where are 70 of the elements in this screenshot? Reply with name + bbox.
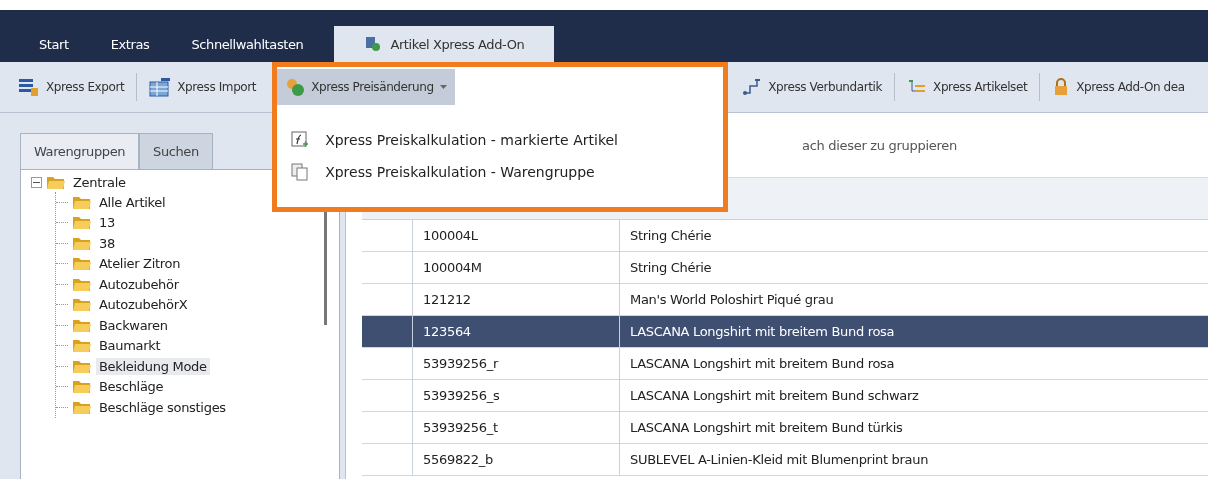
folder-icon <box>72 235 92 251</box>
toolbar-button[interactable]: Xpress Add-On dea <box>1044 69 1193 105</box>
tree-item[interactable]: Baumarkt <box>96 337 164 355</box>
folder-icon <box>46 174 66 190</box>
connector-icon <box>742 77 763 97</box>
table-cell: 121212 <box>413 284 620 315</box>
table-row[interactable]: 100004M String Chérie <box>362 252 1208 284</box>
table-cell: 123564 <box>413 316 620 347</box>
toolbar-button[interactable]: Xpress Verbundartik <box>734 69 891 105</box>
folder-icon <box>72 276 92 292</box>
table-cell-text: LASCANA Longshirt mit breitem Bund schwarz <box>629 387 920 405</box>
toolbar-button[interactable]: Xpress Artikelset <box>899 69 1036 105</box>
table-cell: 53939256_r <box>413 348 620 379</box>
coins-icon <box>285 77 306 97</box>
table-row[interactable]: 5569822_b SUBLEVEL A-Linien-Kleid mit Blumenprint braun <box>362 444 1208 476</box>
folder-icon <box>72 399 92 415</box>
table-cell-text: String Chérie <box>629 259 713 277</box>
documents-icon <box>291 163 310 181</box>
folder-icon <box>72 194 92 210</box>
ribbon-tab[interactable]: Schnellwahltasten <box>170 26 325 62</box>
tree-item[interactable]: 13 <box>96 214 118 232</box>
table-cell: 5569822_b <box>413 444 620 475</box>
ribbon-tab[interactable]: Artikel Xpress Add-On <box>334 26 555 62</box>
tree-item[interactable]: Zentrale <box>70 173 129 191</box>
table-cell: 53939256_s <box>413 380 620 411</box>
scrollbar[interactable] <box>324 210 327 325</box>
tree-item[interactable]: Beschläge <box>96 378 167 396</box>
tree-item[interactable]: Bekleidung Mode <box>96 357 210 375</box>
toolbar-button[interactable]: Xpress Preisänderung <box>277 69 455 105</box>
table-row[interactable]: 123564 LASCANA Longshirt mit breitem Bund rosa <box>362 316 1208 348</box>
folder-icon <box>72 317 92 333</box>
tree-item[interactable]: AutozubehörX <box>96 296 191 314</box>
folder-icon <box>72 379 92 395</box>
toolbar-button[interactable]: Xpress Import <box>141 69 265 105</box>
ribbon-tab[interactable]: Start <box>18 26 90 62</box>
formula-icon <box>291 131 310 149</box>
table-cell: 53939256_t <box>413 412 620 443</box>
table-cell-text: String Chérie <box>629 227 713 245</box>
tree-item[interactable]: Backwaren <box>96 316 171 334</box>
table-row[interactable]: 100004L String Chérie <box>362 220 1208 252</box>
folder-icon <box>72 338 92 354</box>
panel-tab[interactable]: Suchen <box>139 133 213 169</box>
panel-tab[interactable]: Warengruppen <box>20 133 140 169</box>
collapse-icon[interactable] <box>31 176 42 188</box>
table-row[interactable]: 53939256_r LASCANA Longshirt mit breitem Bund rosa <box>362 348 1208 380</box>
export-icon <box>18 77 40 97</box>
group-hint: ach dieser zu gruppieren <box>802 137 957 153</box>
tree-item[interactable]: 38 <box>96 234 118 252</box>
table-icon <box>149 77 172 97</box>
tree-item[interactable]: Autozubehör <box>96 275 182 293</box>
table-cell: 100004L <box>413 220 620 251</box>
table-cell-text: SUBLEVEL A-Linien-Kleid mit Blumenprint braun <box>629 451 930 469</box>
ribbon-tab[interactable]: Extras <box>89 26 171 62</box>
menu-item[interactable]: Xpress Preiskalkulation - Warengruppe <box>291 163 724 181</box>
tree-item[interactable]: Beschläge sonstiges <box>96 398 229 416</box>
table-cell-text: LASCANA Longshirt mit breitem Bund rosa <box>629 323 896 341</box>
table-cell-text: LASCANA Longshirt mit breitem Bund rosa <box>629 355 896 373</box>
tree-item[interactable]: Alle Artikel <box>96 193 169 211</box>
table-cell-text: LASCANA Longshirt mit breitem Bund türkis <box>629 419 904 437</box>
tree-item[interactable]: Atelier Zitron <box>96 255 184 273</box>
table-cell: 100004M <box>413 252 620 283</box>
table-row[interactable]: 53939256_t LASCANA Longshirt mit breitem Bund türkis <box>362 412 1208 444</box>
folder-icon <box>72 256 92 272</box>
folder-icon <box>72 358 92 374</box>
folder-icon <box>72 297 92 313</box>
toolbar-button[interactable]: Xpress Export <box>10 69 133 105</box>
table-cell-text: Man's World Poloshirt Piqué grau <box>629 291 835 309</box>
folder-icon <box>72 215 92 231</box>
table-row[interactable]: 53939256_s LASCANA Longshirt mit breitem Bund schwarz <box>362 380 1208 412</box>
menu-item[interactable]: Xpress Preiskalkulation - markierte Artikel <box>291 131 724 149</box>
